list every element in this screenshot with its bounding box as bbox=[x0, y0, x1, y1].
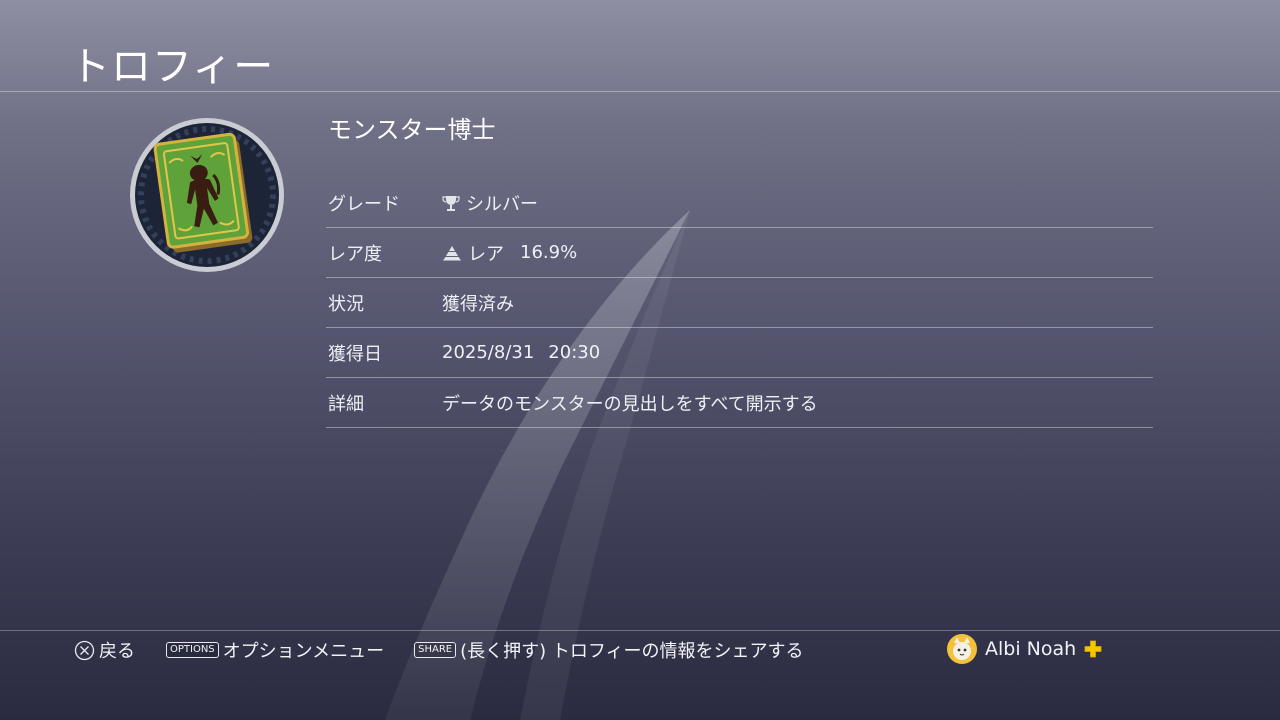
user-profile[interactable]: Albi Noah bbox=[946, 633, 1102, 665]
status-value: 獲得済み bbox=[442, 293, 514, 315]
earned-time: 20:30 bbox=[548, 342, 601, 363]
rarity-label: レア度 bbox=[328, 243, 382, 265]
user-name: Albi Noah bbox=[985, 638, 1077, 660]
options-hint[interactable]: OPTIONS オプションメニュー bbox=[166, 637, 384, 663]
description-label: 詳細 bbox=[328, 393, 364, 415]
detail-row-description: 詳細 データのモンスターの見出しをすべて開示する bbox=[326, 378, 1153, 428]
grade-label: グレード bbox=[328, 193, 400, 215]
status-label: 状況 bbox=[328, 293, 364, 315]
rarity-percent: 16.9% bbox=[520, 242, 578, 263]
monster-book-icon bbox=[128, 116, 286, 274]
trophy-name: モンスター博士 bbox=[328, 116, 496, 144]
options-label: オプションメニュー bbox=[222, 641, 385, 662]
ps-plus-icon bbox=[1084, 640, 1102, 658]
options-key-icon: OPTIONS bbox=[166, 642, 219, 658]
cross-button-icon bbox=[74, 640, 95, 660]
avatar bbox=[947, 634, 977, 664]
trophy-icon bbox=[442, 195, 460, 211]
earned-date: 2025/8/31 bbox=[442, 342, 535, 363]
share-key-icon: SHARE bbox=[414, 642, 457, 658]
description-value: データのモンスターの見出しをすべて開示する bbox=[442, 393, 818, 415]
footer-divider bbox=[0, 630, 1280, 631]
earned-date-label: 獲得日 bbox=[328, 343, 382, 365]
header-divider bbox=[0, 91, 1280, 92]
detail-row-grade: グレード シルバー bbox=[326, 178, 1153, 228]
page-title: トロフィー bbox=[70, 44, 275, 90]
detail-row-earned-date: 獲得日 2025/8/31 20:30 bbox=[326, 328, 1153, 378]
detail-row-status: 状況 獲得済み bbox=[326, 278, 1153, 328]
share-hint[interactable]: SHARE (長く押す) トロフィーの情報をシェアする bbox=[414, 637, 804, 663]
share-label: (長く押す) トロフィーの情報をシェアする bbox=[460, 641, 804, 662]
rarity-value: レア bbox=[468, 243, 504, 265]
grade-value: シルバー bbox=[466, 193, 538, 215]
footer-hints: 戻る OPTIONS オプションメニュー SHARE (長く押す) トロフィーの… bbox=[74, 636, 804, 664]
detail-row-rarity: レア度 レア 16.9% bbox=[326, 228, 1153, 278]
rarity-pyramid-icon bbox=[443, 245, 461, 260]
trophy-details: グレード シルバー レア度 レア 16.9% 状況 獲得済み 獲得日 2025/… bbox=[326, 178, 1153, 428]
back-label: 戻る bbox=[99, 641, 135, 662]
back-hint[interactable]: 戻る bbox=[74, 637, 135, 663]
